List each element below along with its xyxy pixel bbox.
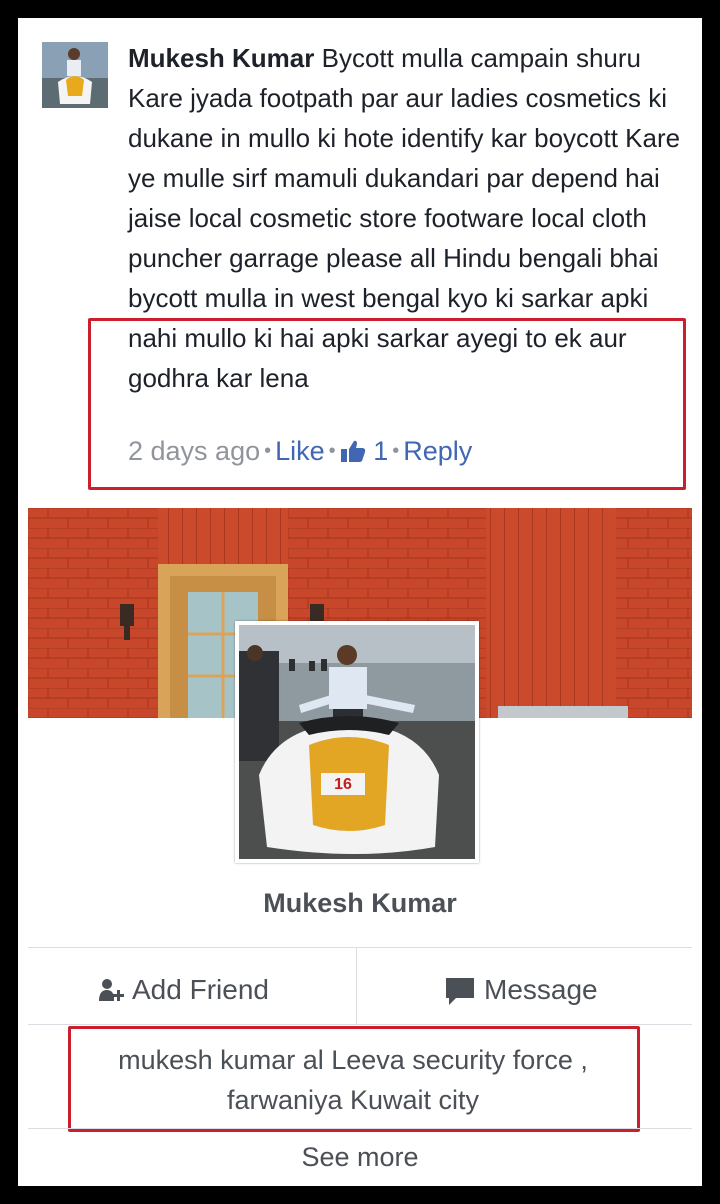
- screenshot-frame: Mukesh Kumar Bycott mulla campain shuru …: [18, 18, 702, 1186]
- add-friend-icon: [99, 979, 124, 1001]
- highlight-box-info: [68, 1026, 640, 1132]
- commenter-avatar[interactable]: [42, 42, 108, 108]
- see-more-link[interactable]: See more: [18, 1142, 702, 1173]
- message-icon: [446, 978, 474, 1005]
- divider: [28, 1128, 692, 1129]
- add-friend-label: Add Friend: [132, 974, 269, 1005]
- add-friend-button[interactable]: Add Friend: [98, 970, 269, 1010]
- svg-text:16: 16: [334, 776, 352, 793]
- highlight-box-comment: [88, 318, 686, 490]
- comment-author[interactable]: Mukesh Kumar: [128, 43, 314, 73]
- message-label: Message: [484, 974, 598, 1005]
- divider: [356, 948, 357, 1024]
- profile-name[interactable]: Mukesh Kumar: [18, 888, 702, 919]
- message-button[interactable]: Message: [444, 970, 598, 1010]
- divider: [28, 1024, 692, 1025]
- profile-picture[interactable]: 16: [235, 621, 479, 863]
- divider: [28, 947, 692, 948]
